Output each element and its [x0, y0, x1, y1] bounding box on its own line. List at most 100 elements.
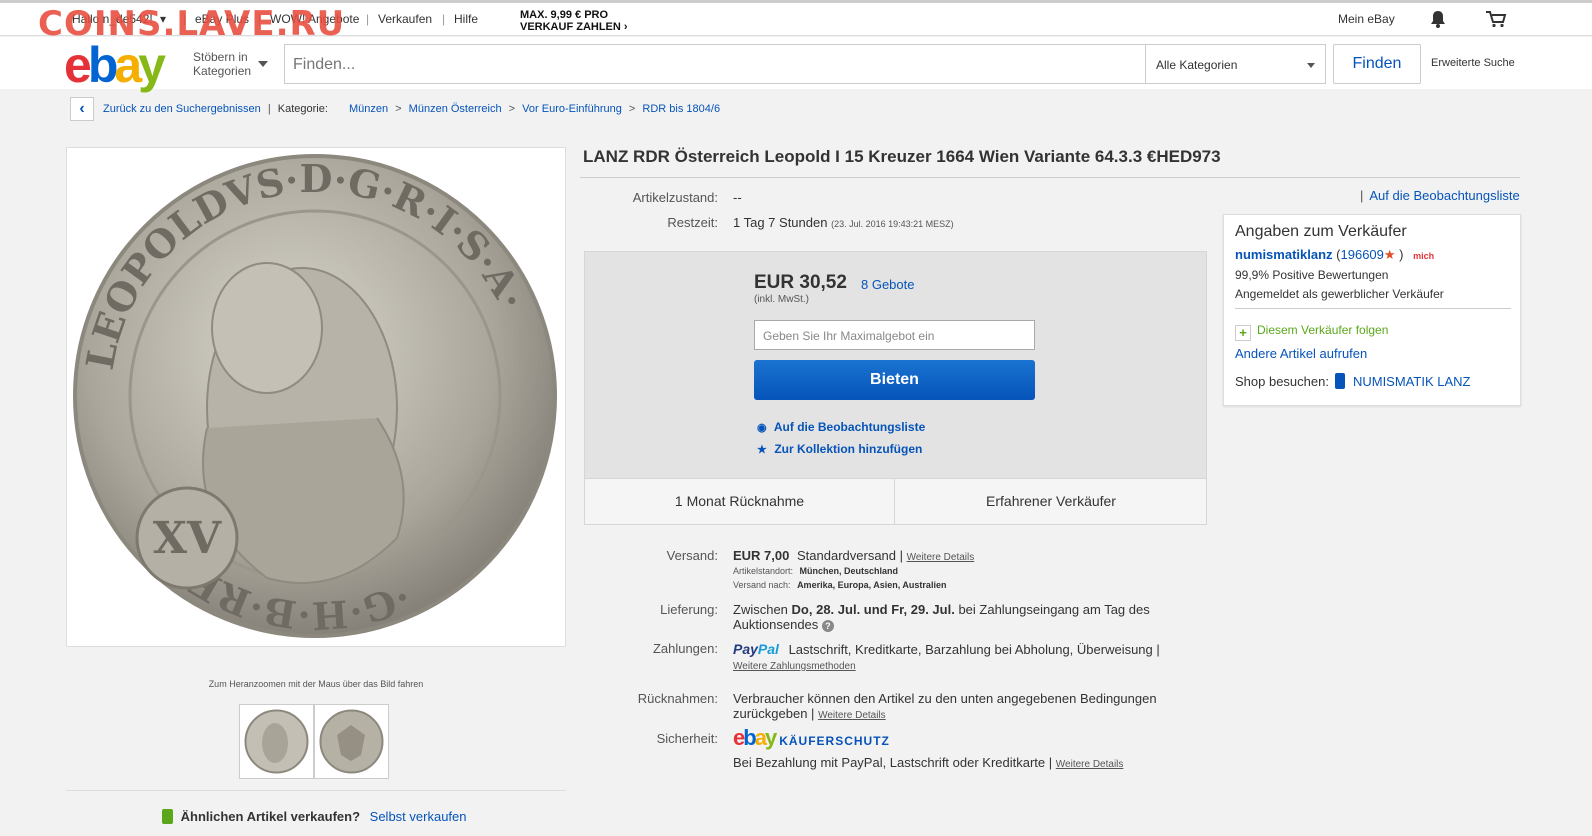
- seller-info-panel: Angaben zum Verkäufer numismatiklanz (19…: [1223, 214, 1521, 406]
- returns-line-1: Verbraucher können den Artikel zu den un…: [733, 691, 1157, 706]
- sell-link[interactable]: Verkaufen: [378, 12, 432, 26]
- ebay-mini-logo: ebay: [733, 725, 777, 750]
- divider: |: [366, 12, 370, 26]
- promo-line-2: VERKAUF ZAHLEN ›: [520, 21, 628, 33]
- current-price: EUR 30,52: [754, 272, 847, 293]
- help-link[interactable]: Hilfe: [454, 12, 478, 26]
- delivery-suffix: bei Zahlungseingang am Tag des: [958, 602, 1150, 617]
- bid-box: EUR 30,52 8 Gebote (inkl. MwSt.) Geben S…: [584, 251, 1207, 525]
- sell-similar-question: Ähnlichen Artikel verkaufen?: [180, 809, 361, 824]
- seller-heading: Angaben zum Verkäufer: [1235, 223, 1407, 240]
- returns-label: Rücknahmen:: [637, 691, 718, 706]
- max-bid-input[interactable]: Geben Sie Ihr Maximalgebot ein: [754, 320, 1035, 350]
- sell-yourself-link[interactable]: Selbst verkaufen: [370, 809, 467, 824]
- paypal-logo: PayPal: [733, 641, 779, 657]
- more-payment-row: Weitere Zahlungsmethoden: [733, 657, 856, 672]
- shop-link[interactable]: NUMISMATIK LANZ: [1353, 374, 1471, 389]
- find-button[interactable]: Finden: [1333, 44, 1421, 84]
- breadcrumb-separator: >: [628, 103, 636, 115]
- ships-to: Versand nach: Amerika, Europa, Asien, Au…: [733, 580, 946, 590]
- add-to-collection-link[interactable]: ★ Zur Kollektion hinzufügen: [757, 442, 922, 456]
- header: ebay Stöbern in Kategorien Finden... All…: [0, 37, 1592, 90]
- seller-name-row: numismatiklanz (196609★ ) mich: [1235, 247, 1435, 262]
- breadcrumb-separator: >: [508, 103, 516, 115]
- item-location-label: Artikelstandort:: [733, 566, 794, 576]
- add-to-collection-label: Zur Kollektion hinzufügen: [774, 442, 923, 456]
- payment-label: Zahlungen:: [652, 641, 718, 656]
- thumbnail-reverse[interactable]: [314, 704, 389, 779]
- coin-obverse-image: LEOPOLDVS·D·G·R·I·S·A· ·G·H·B·REX XV: [73, 154, 557, 639]
- browse-line-2: Kategorien: [193, 64, 252, 78]
- delivery-dates: Do, 28. Jul. und Fr, 29. Jul.: [791, 602, 955, 617]
- delivery-line-2-text: Auktionsendes: [733, 617, 819, 632]
- main-item-image[interactable]: LEOPOLDVS·D·G·R·I·S·A· ·G·H·B·REX XV: [66, 147, 566, 647]
- my-ebay-link[interactable]: Mein eBay: [1338, 12, 1395, 26]
- watch-link-top[interactable]: | Auf die Beobachtungsliste: [1360, 188, 1520, 203]
- item-location: Artikelstandort: München, Deutschland: [733, 566, 898, 576]
- search-input[interactable]: Finden...: [284, 44, 1146, 84]
- experienced-seller-badge: Erfahrener Verkäufer: [986, 493, 1116, 509]
- item-location-value: München, Deutschland: [799, 566, 899, 576]
- browse-categories[interactable]: Stöbern in Kategorien: [193, 50, 251, 78]
- badges-row: 1 Monat Rücknahme Erfahrener Verkäufer: [585, 478, 1206, 525]
- category-select-value: Alle Kategorien: [1156, 58, 1238, 72]
- paypal-logo-part: Pal: [757, 641, 779, 657]
- category-select[interactable]: Alle Kategorien: [1146, 44, 1326, 84]
- ships-to-label: Versand nach:: [733, 580, 791, 590]
- security-label: Sicherheit:: [656, 731, 718, 746]
- divider: |: [267, 103, 271, 115]
- security-details-link[interactable]: Weitere Details: [1056, 759, 1124, 770]
- chevron-down-icon: [1307, 63, 1315, 68]
- bids-count-link[interactable]: 8 Gebote: [861, 277, 915, 292]
- more-payment-methods-link[interactable]: Weitere Zahlungsmethoden: [733, 661, 856, 672]
- promo-banner[interactable]: MAX. 9,99 € PRO VERKAUF ZAHLEN ›: [520, 9, 628, 33]
- follow-seller-link[interactable]: + Diesem Verkäufer folgen: [1235, 323, 1388, 341]
- category-label: Kategorie:: [277, 103, 328, 115]
- chevron-down-icon[interactable]: [258, 61, 268, 67]
- back-to-results-link[interactable]: Zurück zu den Suchergebnissen: [103, 103, 261, 115]
- breadcrumb-item[interactable]: Vor Euro-Einführung: [522, 103, 622, 115]
- browse-line-1: Stöbern in: [193, 50, 248, 64]
- security-text-row: Bei Bezahlung mit PayPal, Lastschrift od…: [733, 755, 1123, 770]
- returns-details-link[interactable]: Weitere Details: [818, 710, 886, 721]
- coin-value-text: XV: [153, 513, 222, 564]
- returns-line-2: zurückgeben | Weitere Details: [733, 706, 886, 721]
- divider: [66, 790, 566, 791]
- breadcrumb-item[interactable]: RDR bis 1804/6: [642, 103, 720, 115]
- item-title: LANZ RDR Österreich Leopold I 15 Kreuzer…: [583, 147, 1221, 166]
- follow-seller-label: Diesem Verkäufer folgen: [1257, 323, 1389, 337]
- info-icon[interactable]: ?: [821, 620, 834, 632]
- condition-value: --: [733, 190, 742, 205]
- shop-row: Shop besuchen: NUMISMATIK LANZ: [1235, 373, 1470, 389]
- condition-label: Artikelzustand:: [632, 190, 718, 205]
- seller-name-link[interactable]: numismatiklanz: [1235, 247, 1333, 262]
- shipping-details-link[interactable]: Weitere Details: [907, 552, 975, 563]
- advanced-search-link[interactable]: Erweiterte Suche: [1431, 57, 1515, 69]
- cart-icon[interactable]: [1485, 10, 1507, 28]
- add-to-watchlist-link[interactable]: ◉ Auf die Beobachtungsliste: [757, 420, 925, 434]
- shipping-label: Versand:: [666, 548, 718, 563]
- ebay-logo[interactable]: ebay: [64, 40, 166, 90]
- paypal-logo-part: Pay: [733, 641, 758, 657]
- zoom-hint: Zum Heranzoomen mit der Maus über das Bi…: [208, 679, 424, 689]
- shipping-method: Standardversand |: [797, 548, 903, 563]
- bell-icon[interactable]: [1430, 10, 1446, 28]
- bid-button[interactable]: Bieten: [754, 360, 1035, 400]
- back-arrow-icon[interactable]: ‹: [70, 97, 94, 121]
- shop-label: Shop besuchen:: [1235, 374, 1329, 389]
- business-seller-note: Angemeldet als gewerblicher Verkäufer: [1235, 287, 1444, 301]
- breadcrumb-item[interactable]: Münzen: [349, 103, 388, 115]
- buyer-protection-logo: ebay KÄUFERSCHUTZ: [733, 725, 890, 751]
- buyer-protection-text: KÄUFERSCHUTZ: [779, 734, 890, 748]
- breadcrumb-item[interactable]: Münzen Österreich: [409, 103, 502, 115]
- return-badge: 1 Monat Rücknahme: [585, 479, 895, 525]
- security-text: Bei Bezahlung mit PayPal, Lastschrift od…: [733, 755, 1053, 770]
- payment-methods-text: Lastschrift, Kreditkarte, Barzahlung bei…: [788, 642, 1160, 657]
- store-icon: [1334, 373, 1345, 389]
- thumbnail-obverse[interactable]: [239, 704, 314, 779]
- divider: [580, 177, 1520, 178]
- other-items-link[interactable]: Andere Artikel aufrufen: [1235, 346, 1367, 361]
- delivery-line-2: Auktionsendes ?: [733, 617, 834, 632]
- payment-methods: PayPal Lastschrift, Kreditkarte, Barzahl…: [733, 641, 1160, 657]
- feedback-score[interactable]: 196609: [1341, 247, 1384, 262]
